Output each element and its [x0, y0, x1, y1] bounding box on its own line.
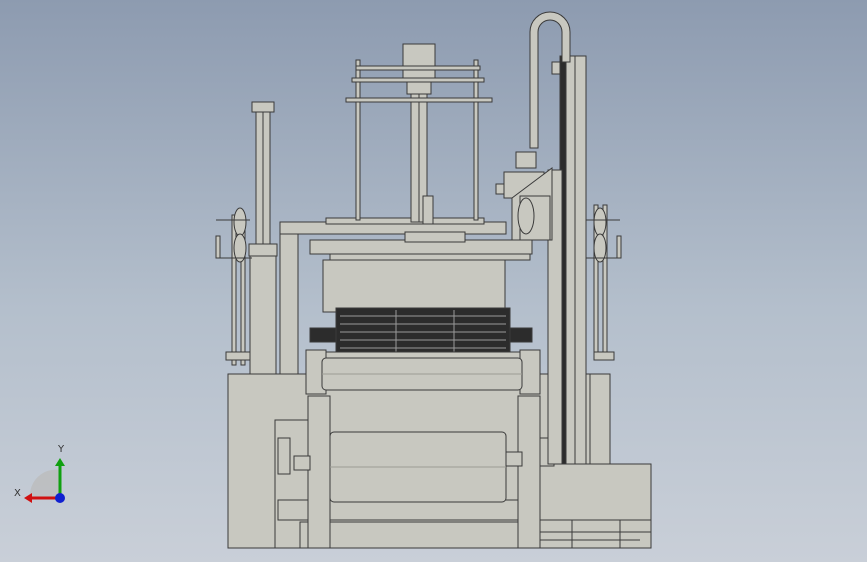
cad-viewport[interactable]: X Y: [0, 0, 867, 562]
y-axis-label: Y: [57, 444, 65, 455]
x-arrow-head: [24, 493, 32, 503]
upper-roller: [305, 349, 541, 395]
lift-assembly: [345, 43, 493, 225]
axis-triad: X Y: [14, 444, 65, 503]
hopper-box: [322, 259, 506, 313]
right-column: [547, 55, 587, 465]
triad-shadow: [29, 469, 60, 498]
left-guide-rods: [215, 207, 252, 366]
y-arrow-head: [55, 458, 65, 466]
left-cylinder: [248, 101, 278, 375]
z-axis-dot: [55, 493, 65, 503]
x-axis-label: X: [14, 488, 21, 499]
right-guide-rods: [586, 204, 622, 465]
machine-model-front-view[interactable]: [0, 0, 867, 562]
